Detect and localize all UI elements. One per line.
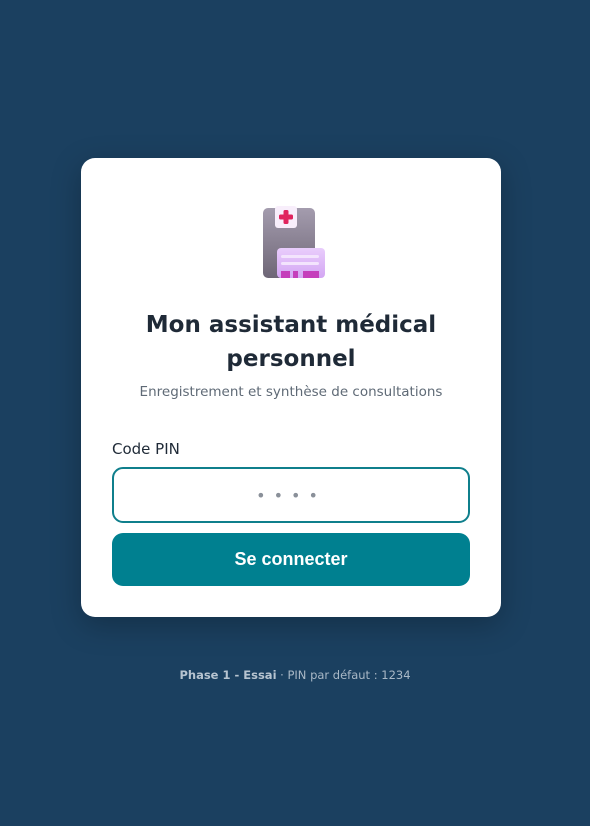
footer-separator: · <box>276 668 288 682</box>
default-pin-note: PIN par défaut : 1234 <box>287 668 411 682</box>
medical-clipboard-icon <box>263 206 325 278</box>
pin-input[interactable] <box>112 467 470 523</box>
footer-note: Phase 1 - Essai · PIN par défaut : 1234 <box>0 668 590 682</box>
login-card: Mon assistant médical personnel Enregist… <box>81 158 501 617</box>
connect-button[interactable]: Se connecter <box>112 533 470 586</box>
phase-label: Phase 1 - Essai <box>179 668 277 682</box>
subtitle: Enregistrement et synthèse de consultati… <box>139 384 443 400</box>
pin-label: Code PIN <box>112 440 180 458</box>
page-title: Mon assistant médical personnel <box>145 312 437 372</box>
